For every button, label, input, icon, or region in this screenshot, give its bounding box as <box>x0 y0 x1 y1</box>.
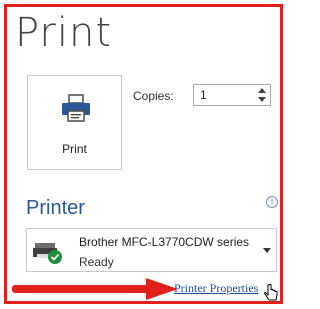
pointer-arrow <box>12 278 178 300</box>
printer-status: Ready <box>79 255 114 269</box>
printer-properties-link[interactable]: Printer Properties <box>174 281 258 296</box>
page-title: Print <box>15 10 113 56</box>
print-button[interactable]: Print <box>27 75 122 170</box>
hand-cursor-icon <box>264 284 278 301</box>
copies-stepper[interactable]: 1 <box>193 84 271 106</box>
chevron-down-icon[interactable] <box>258 97 266 102</box>
printer-section-title: Printer <box>26 197 85 219</box>
print-button-label: Print <box>62 142 87 156</box>
printer-name: Brother MFC-L3770CDW series <box>79 235 250 249</box>
info-icon[interactable]: i <box>266 196 278 208</box>
copies-label: Copies: <box>133 89 174 103</box>
printer-icon <box>62 94 90 122</box>
printer-ready-icon <box>33 243 62 264</box>
printer-dropdown[interactable]: Brother MFC-L3770CDW series Ready <box>26 228 277 272</box>
copies-value[interactable]: 1 <box>200 88 207 102</box>
copies-spinner[interactable] <box>257 87 267 103</box>
chevron-down-icon[interactable] <box>263 248 271 253</box>
chevron-up-icon[interactable] <box>258 88 266 93</box>
